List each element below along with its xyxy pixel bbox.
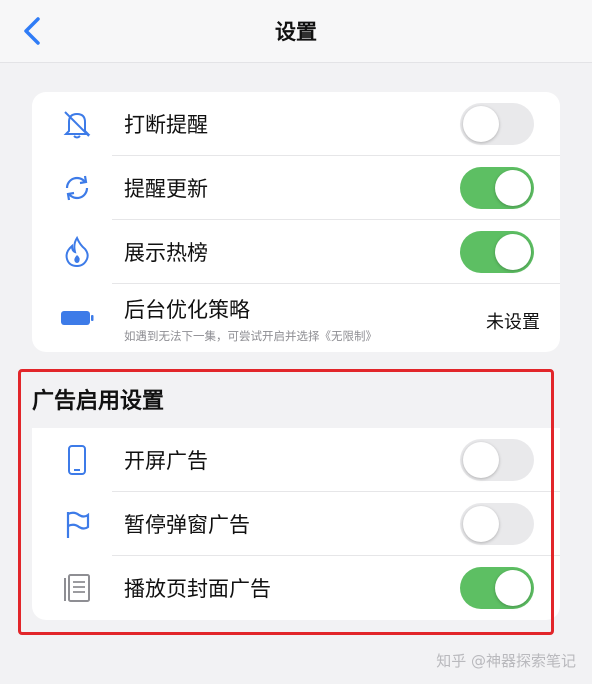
watermark: 知乎 @神器探索笔记 [436,652,576,670]
battery-icon [61,311,94,325]
navigation-bar: 设置 [0,0,592,63]
update-reminder-toggle[interactable] [460,167,534,209]
hot-list-row: 展示热榜 [32,220,560,284]
hot-list-toggle[interactable] [460,231,534,273]
interrupt-reminder-label: 打断提醒 [124,113,208,137]
highlight-frame [18,369,554,635]
hot-list-label: 展示热榜 [124,241,208,265]
general-settings-card: 打断提醒 提醒更新 展示热榜 后台优化策略 如遇到无法下一集，可尝试开启并选择《… [32,92,560,352]
bell-slash-icon [63,111,91,139]
refresh-icon [65,175,89,201]
interrupt-reminder-toggle[interactable] [460,103,534,145]
flame-icon [65,235,89,268]
interrupt-reminder-row: 打断提醒 [32,92,560,156]
toggle-knob [463,106,499,142]
update-reminder-label: 提醒更新 [124,177,208,201]
background-optimization-label: 后台优化策略 [124,298,250,322]
update-reminder-row: 提醒更新 [32,156,560,220]
background-optimization-row[interactable]: 后台优化策略 如遇到无法下一集，可尝试开启并选择《无限制》 未设置 [32,284,560,352]
toggle-knob [495,234,531,270]
background-optimization-hint: 如遇到无法下一集，可尝试开启并选择《无限制》 [124,329,377,343]
toggle-knob [495,170,531,206]
background-optimization-value: 未设置 [486,312,540,333]
page-title: 设置 [275,20,317,44]
